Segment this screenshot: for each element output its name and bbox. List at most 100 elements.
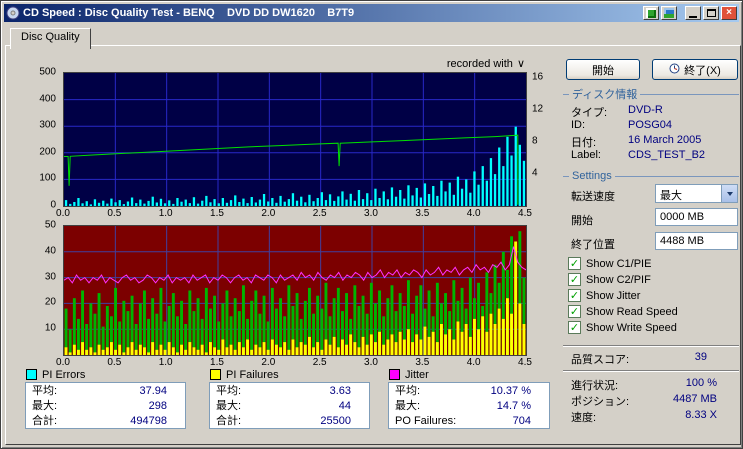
start-button-label: 開始 — [592, 64, 614, 77]
transfer-speed-select[interactable]: 最大 — [655, 184, 738, 203]
pi-failures-legend-label: PI Failures — [226, 368, 279, 381]
section-line — [614, 175, 739, 177]
jitter-swatch — [389, 369, 400, 380]
checkbox-label: Show Jitter — [586, 289, 641, 302]
stat-label: 最大: — [216, 400, 242, 412]
check-icon: ✓ — [569, 257, 580, 270]
combo-dropdown-button[interactable] — [721, 185, 737, 202]
position-row: ポジション: 4487 MB — [571, 393, 717, 408]
close-button[interactable]: × — [721, 6, 737, 20]
stat-row: 最大: 14.7 % — [389, 399, 549, 414]
quality-score-label: 品質スコア: — [571, 354, 630, 366]
transfer-speed-label: 転送速度 — [571, 191, 615, 203]
end-position-label: 終了位置 — [571, 239, 615, 251]
checkbox-show-c1-pie[interactable]: ✓ Show C1/PIE — [568, 257, 651, 270]
stat-value: 37.94 — [139, 385, 167, 397]
stat-value: 704 — [512, 415, 531, 427]
tab-label: Disc Quality — [21, 31, 80, 43]
quality-score-row: 品質スコア: 39 — [571, 351, 707, 366]
quality-score-value: 39 — [694, 351, 707, 363]
speed-label: 速度: — [571, 412, 597, 424]
check-icon: ✓ — [569, 289, 580, 302]
disc-info-row: Label: CDS_TEST_B2 — [571, 149, 738, 162]
pi-failures-swatch — [210, 369, 221, 380]
app-icon — [6, 6, 20, 20]
titlebar[interactable]: CD Speed : Disc Quality Test - BENQ DVD … — [4, 4, 739, 22]
section-line — [640, 93, 739, 95]
disc-info-row: タイプ: DVD-R — [571, 104, 738, 119]
disc-info-value: DVD-R — [628, 104, 663, 116]
titlebar-tool-button-1[interactable] — [643, 6, 659, 20]
pi-errors-swatch — [26, 369, 37, 380]
clock-icon — [669, 63, 680, 77]
stat-row: PO Failures: 704 — [389, 414, 549, 429]
stat-value: 298 — [148, 400, 167, 412]
stat-label: 平均: — [32, 385, 58, 397]
exit-button-label: 終了(X) — [684, 64, 721, 77]
stat-row: 平均: 37.94 — [26, 384, 185, 399]
app-window: CD Speed : Disc Quality Test - BENQ DVD … — [0, 0, 743, 449]
stat-row: 最大: 44 — [210, 399, 369, 414]
disc-info-header: ディスク情報 — [563, 88, 739, 101]
stat-label: 合計: — [216, 415, 242, 427]
checkbox-show-read-speed[interactable]: ✓ Show Read Speed — [568, 305, 678, 318]
disc-info-label: タイプ: — [571, 107, 608, 119]
stat-row: 平均: 3.63 — [210, 384, 369, 399]
position-value: 4487 MB — [672, 393, 717, 405]
speed-row: 速度: 8.33 X — [571, 409, 717, 424]
pi-failures-legend: PI Failures — [210, 368, 279, 381]
disc-info-row: ID: POSG04 — [571, 119, 738, 132]
start-button[interactable]: 開始 — [566, 59, 640, 80]
checkbox-show-write-speed[interactable]: ✓ Show Write Speed — [568, 321, 677, 334]
checkbox-show-jitter[interactable]: ✓ Show Jitter — [568, 289, 640, 302]
start-position-label: 開始 — [571, 215, 593, 227]
pi-errors-legend-label: PI Errors — [42, 368, 86, 381]
maximize-button[interactable] — [703, 6, 719, 20]
stat-value: 3.63 — [329, 385, 351, 397]
top-chart-right-axis: 16 12 8 4 — [532, 71, 544, 179]
top-chart-x-axis: 0.0 0.5 1.0 1.5 2.0 2.5 3.0 3.5 4.0 4.5 — [56, 208, 532, 219]
progress-value: 100 % — [685, 377, 717, 389]
stat-value: 25500 — [320, 415, 351, 427]
stat-label: 合計: — [32, 415, 58, 427]
jitter-legend-label: Jitter — [405, 368, 429, 381]
top-chart-left-axis: 500 400 300 200 100 0 — [39, 66, 56, 211]
tab-disc-quality[interactable]: Disc Quality — [10, 28, 91, 49]
recorded-with-note[interactable]: recorded with ∨ — [325, 57, 525, 70]
disc-info-title: ディスク情報 — [572, 89, 638, 101]
checkbox-box[interactable]: ✓ — [568, 273, 581, 286]
checkbox-label: Show C1/PIE — [586, 257, 652, 270]
end-position-field[interactable]: 4488 MB — [655, 232, 738, 250]
bottom-chart-left-axis: 50 40 30 20 10 — [44, 219, 56, 334]
disc-info-value: POSG04 — [628, 119, 673, 131]
checkbox-box[interactable]: ✓ — [568, 305, 581, 318]
checkbox-label: Show C2/PIF — [586, 273, 651, 286]
checkbox-show-c2-pif[interactable]: ✓ Show C2/PIF — [568, 273, 651, 286]
minimize-button[interactable] — [685, 6, 701, 20]
check-icon: ✓ — [569, 273, 580, 286]
titlebar-tool-button-2[interactable] — [661, 6, 677, 20]
pi-errors-legend: PI Errors — [26, 368, 86, 381]
section-dash — [563, 93, 569, 95]
disc-info-value: CDS_TEST_B2 — [628, 149, 706, 161]
exit-button[interactable]: 終了(X) — [652, 59, 738, 80]
stat-row: 最大: 298 — [26, 399, 185, 414]
separator — [563, 345, 739, 347]
stat-value: 44 — [338, 400, 351, 412]
checkbox-box[interactable]: ✓ — [568, 257, 581, 270]
stat-label: 最大: — [32, 400, 58, 412]
checkbox-box[interactable]: ✓ — [568, 289, 581, 302]
titlebar-buttons: × — [643, 6, 737, 20]
dropdown-arrow-icon: ∨ — [516, 58, 525, 70]
bottom-chart-x-axis: 0.0 0.5 1.0 1.5 2.0 2.5 3.0 3.5 4.0 4.5 — [56, 357, 532, 368]
top-chart-plot — [63, 72, 527, 207]
stat-label: 平均: — [216, 385, 242, 397]
stat-row: 合計: 494798 — [26, 414, 185, 429]
jitter-legend: Jitter — [389, 368, 429, 381]
start-position-field[interactable]: 0000 MB — [655, 208, 738, 226]
close-icon: × — [726, 7, 732, 18]
disc-info-label: 日付: — [571, 137, 597, 149]
maximize-icon — [706, 9, 716, 17]
transfer-speed-value: 最大 — [660, 190, 682, 202]
checkbox-box[interactable]: ✓ — [568, 321, 581, 334]
